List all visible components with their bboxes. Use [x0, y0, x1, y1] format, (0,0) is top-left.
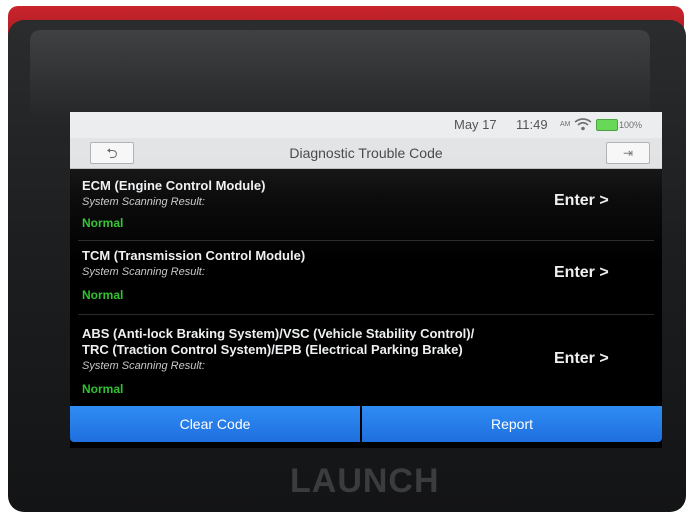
enter-button[interactable]: Enter > — [554, 192, 609, 210]
row-divider — [78, 314, 654, 315]
status-bar: May 17 11:49 AM 100% — [70, 112, 662, 138]
system-row-tcm[interactable]: TCM (Transmission Control Module) System… — [70, 242, 662, 312]
exit-icon: ⇥ — [622, 146, 634, 160]
back-button[interactable]: ⮌ — [90, 142, 134, 164]
report-button[interactable]: Report — [362, 406, 662, 442]
scan-status: Normal — [82, 216, 124, 230]
enter-button[interactable]: Enter > — [554, 350, 609, 368]
system-row-ecm[interactable]: ECM (Engine Control Module) System Scann… — [70, 168, 662, 238]
system-name-line-1: ABS (Anti-lock Braking System)/VSC (Vehi… — [82, 326, 475, 341]
clear-code-button[interactable]: Clear Code — [70, 406, 360, 442]
scan-result-label: System Scanning Result: — [82, 196, 205, 208]
scan-result-label: System Scanning Result: — [82, 360, 205, 372]
scan-status: Normal — [82, 288, 124, 302]
status-date: May 17 — [454, 117, 497, 132]
status-battery-percent: 100% — [619, 120, 643, 130]
status-am-pm: AM — [560, 121, 571, 128]
system-name: ECM (Engine Control Module) — [82, 178, 266, 193]
scan-status: Normal — [82, 382, 124, 396]
action-bar: Clear Code Report — [70, 406, 662, 448]
brand-logo: LAUNCH — [290, 462, 440, 500]
system-row-abs[interactable]: ABS (Anti-lock Braking System)/VSC (Vehi… — [70, 316, 662, 406]
system-list: ECM (Engine Control Module) System Scann… — [70, 168, 662, 406]
page-title: Diagnostic Trouble Code — [289, 145, 443, 161]
enter-button[interactable]: Enter > — [554, 264, 609, 282]
bezel-reflection — [30, 30, 650, 120]
wifi-icon — [574, 118, 592, 131]
row-divider — [78, 240, 654, 241]
back-arrow-icon: ⮌ — [106, 145, 118, 161]
status-time: 11:49 — [516, 117, 548, 132]
device-screen: May 17 11:49 AM 100% ⮌ Diagnostic Troubl… — [70, 112, 662, 448]
title-bar: ⮌ Diagnostic Trouble Code ⇥ — [70, 138, 662, 169]
battery-icon — [596, 119, 618, 131]
system-name: TCM (Transmission Control Module) — [82, 248, 306, 263]
system-name-line-2: TRC (Traction Control System)/EPB (Elect… — [82, 342, 463, 357]
scan-result-label: System Scanning Result: — [82, 266, 205, 278]
exit-button[interactable]: ⇥ — [606, 142, 650, 164]
